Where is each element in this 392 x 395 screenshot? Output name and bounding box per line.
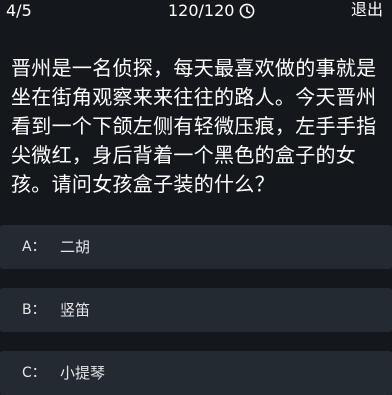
option-c-text: 小提琴 <box>60 364 106 382</box>
top-bar: 4/5 120/120 退出 <box>0 0 392 22</box>
clock-icon <box>239 3 255 19</box>
option-a-letter: A： <box>22 239 46 255</box>
exit-button[interactable]: 退出 <box>351 0 383 20</box>
option-b-button[interactable]: B： 竖笛 <box>0 288 392 332</box>
timer: 120/120 <box>168 1 255 21</box>
question-progress: 4/5 <box>6 1 32 20</box>
timer-value: 120/120 <box>168 1 235 20</box>
option-b-letter: B： <box>22 302 46 318</box>
option-a-text: 二胡 <box>60 238 91 256</box>
option-c-letter: C： <box>22 365 46 381</box>
question-text: 晋州是一名侦探，每天最喜欢做的事就是坐在街角观察来来往往的路人。今天晋州看到一个… <box>11 56 377 196</box>
option-a-button[interactable]: A： 二胡 <box>0 225 392 269</box>
option-b-text: 竖笛 <box>60 301 91 319</box>
option-c-button[interactable]: C： 小提琴 <box>0 351 392 395</box>
